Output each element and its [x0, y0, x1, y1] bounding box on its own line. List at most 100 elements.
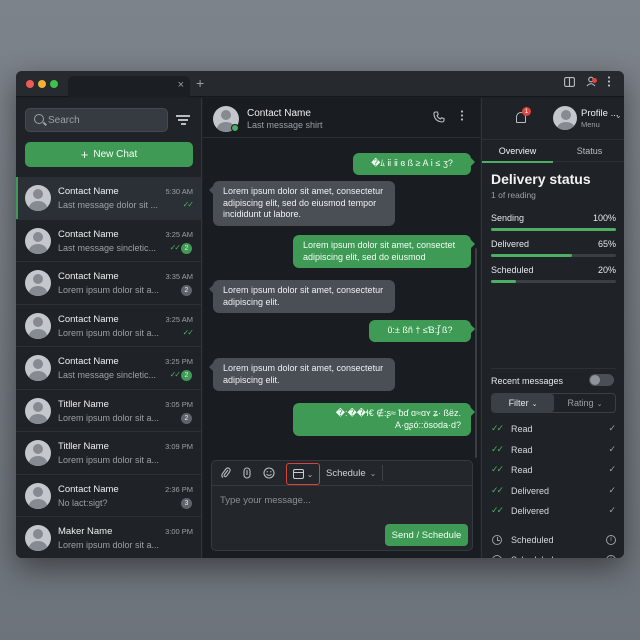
panel-subtitle: 1 of reading	[491, 190, 536, 200]
contact-item[interactable]: Contact Name Lorem ipsum dolor sit a... 3:…	[16, 262, 201, 305]
rating-dropdown[interactable]: Rating ⌄	[554, 394, 616, 412]
attachment-icon[interactable]	[221, 467, 231, 482]
unread-badge: 2	[181, 285, 192, 296]
chevron-down-icon[interactable]: ⌄	[615, 111, 622, 120]
schedule-dropdown[interactable]: Schedule ⌄	[326, 468, 376, 479]
contact-last-message: No lact:sigt?	[58, 497, 108, 508]
unread-badge: 2	[181, 370, 192, 381]
new-chat-label: New Chat	[93, 149, 138, 160]
check-icon: ✓	[608, 423, 616, 433]
recent-message-item[interactable]: Scheduled i	[491, 554, 616, 558]
double-check-icon: ✓✓	[491, 443, 504, 454]
recent-status-label: Scheduled	[511, 534, 554, 545]
incoming-message[interactable]: Lorem ipsum dolor sit amet, consectetur …	[209, 181, 395, 226]
outgoing-message[interactable]: Lorem ipsum dolor sit amet, consectet ad…	[293, 235, 475, 268]
notification-badge: 1	[522, 107, 531, 116]
filter-rating-segment: Filter ⌄ Rating ⌄	[491, 393, 616, 413]
contact-item[interactable]: Titller Name Lorem ipsum dolor sit a... 3:…	[16, 390, 201, 432]
schedule-dropdown-label: Schedule	[326, 468, 366, 479]
recent-status-label: Delivered	[511, 506, 550, 516]
recent-message-item[interactable]: ✓✓ Read ✓	[491, 464, 616, 478]
contact-time: 5:30 AM	[165, 187, 193, 196]
browser-tab[interactable]: ×	[68, 76, 190, 97]
message-input[interactable]	[220, 492, 460, 508]
metric-value: 100%	[592, 213, 616, 223]
contact-item[interactable]: Contact Name Lorem ipsum dolor sit a... 3:…	[16, 305, 201, 347]
progress-track	[491, 228, 616, 231]
incoming-message[interactable]: Lorem ipsum dolor sit amet, consectetur …	[209, 280, 395, 313]
new-tab-button[interactable]: +	[196, 75, 204, 91]
recent-message-item[interactable]: ✓✓ Delivered ✓	[491, 485, 616, 499]
more-vertical-icon[interactable]	[460, 110, 464, 124]
tab-overview[interactable]: Overview	[482, 140, 553, 163]
unread-badge: 3	[181, 497, 192, 509]
contact-item[interactable]: Contact Name Last message sincletic... 3:2…	[16, 347, 201, 390]
progress-fill	[491, 280, 516, 283]
calendar-icon	[292, 469, 304, 479]
contact-last-message: Lorem ipsum dolor sit a...	[58, 285, 160, 295]
contact-list: Contact Name Last message dolor sit ... 5:…	[16, 177, 201, 558]
incoming-message[interactable]: Lorem ipsum dolor sit amet, consectetur …	[209, 358, 395, 391]
notification-dot	[592, 78, 597, 83]
phone-icon[interactable]	[433, 111, 445, 126]
contact-name: Contact Name	[58, 228, 119, 240]
contact-item[interactable]: Contact Name Last message sincletic... 3:2…	[16, 220, 201, 262]
filter-icon[interactable]	[176, 115, 190, 125]
contact-item[interactable]: Contact Name Last message dolor sit ... 5:…	[16, 177, 201, 220]
profile-name[interactable]: Profile ...	[581, 108, 619, 119]
outgoing-message[interactable]: �ﾑ ⅱ ⅱ ɞ ß ≥ A ⅰ ≤ ʒ?	[353, 153, 475, 175]
read-receipt-icon: ✓✓	[182, 200, 194, 209]
minimize-window-button[interactable]	[38, 80, 46, 88]
contact-item[interactable]: Maker Name Lorem ipsum dolor sit a... 3:00…	[16, 517, 201, 558]
profile-menu-label[interactable]: Menu	[581, 120, 600, 129]
online-status-dot	[231, 124, 239, 132]
outgoing-message[interactable]: �:��ɬ€ ∉:ʂ≈ ᵬɗ ɑ≈ɑʏ ʑ· ßëz. A·gʂó::ösoda…	[293, 403, 475, 436]
contact-time: 3:25 AM	[165, 314, 193, 324]
composer-toolbar: ⌄ Schedule ⌄	[212, 461, 472, 486]
sidebar-toggle-icon[interactable]	[564, 76, 575, 90]
contact-last-message: Lorem ipsum dolor sit a...	[58, 540, 160, 550]
recent-message-item[interactable]: ✓✓ Delivered ✓	[491, 505, 616, 519]
maximize-window-button[interactable]	[50, 80, 58, 88]
progress-fill	[491, 254, 573, 257]
chat-contact-subtitle: Last message shirt	[247, 120, 323, 130]
contact-item[interactable]: Titller Name Lorem ipsum dolor sit a... 3:…	[16, 432, 201, 475]
close-tab-icon[interactable]: ×	[178, 79, 184, 91]
recent-messages-toggle[interactable]	[589, 374, 614, 386]
contact-time: 3:00 PM	[165, 527, 193, 536]
outgoing-message[interactable]: ῦ:± ßñ † ≤Ɓ:ʄ̃ ß?	[369, 320, 475, 342]
panel-title: Delivery status	[491, 171, 591, 187]
more-vertical-icon[interactable]	[607, 76, 611, 90]
contact-name: Titller Name	[58, 398, 109, 410]
contact-last-message: Lorem ipsum dolor sit a...	[58, 455, 160, 465]
chat-contact-name: Contact Name	[247, 108, 311, 119]
double-check-icon: ✓✓	[491, 484, 504, 495]
file-icon[interactable]	[243, 467, 251, 482]
recent-status-label: Read	[511, 424, 533, 434]
contact-name: Maker Name	[58, 526, 113, 537]
filter-dropdown[interactable]: Filter ⌄	[492, 394, 554, 412]
new-chat-button[interactable]: + New Chat	[25, 142, 193, 167]
emoji-icon[interactable]	[263, 467, 275, 482]
tab-status[interactable]: Status	[554, 140, 624, 162]
check-icon: ✓	[608, 505, 616, 515]
metric-value: 65%	[597, 239, 616, 249]
contact-name: Contact Name	[58, 313, 119, 325]
search-input[interactable]	[48, 112, 163, 128]
info-icon[interactable]: i	[606, 534, 616, 545]
chat-panel: Contact Name Last message shirt �ﾑ ⅱ ⅱ ɞ…	[203, 98, 480, 558]
recent-status-label: Read	[511, 444, 533, 455]
profile-avatar[interactable]	[553, 106, 577, 130]
divider	[491, 368, 616, 369]
avatar	[25, 185, 51, 211]
schedule-calendar-button[interactable]: ⌄	[286, 463, 320, 485]
recent-message-item[interactable]: ✓✓ Read ✓	[491, 423, 616, 437]
close-window-button[interactable]	[26, 80, 34, 88]
chat-scrollbar[interactable]	[475, 248, 477, 458]
contact-item[interactable]: Contact Name No lact:sigt? 2:36 PM 3	[16, 475, 201, 517]
info-icon[interactable]: i	[606, 555, 616, 558]
metric-label: Delivered	[491, 239, 530, 249]
recent-message-item[interactable]: ✓✓ Read ✓	[491, 444, 616, 458]
recent-message-item[interactable]: Scheduled i	[491, 534, 616, 548]
send-schedule-button[interactable]: Send / Schedule	[385, 524, 468, 546]
